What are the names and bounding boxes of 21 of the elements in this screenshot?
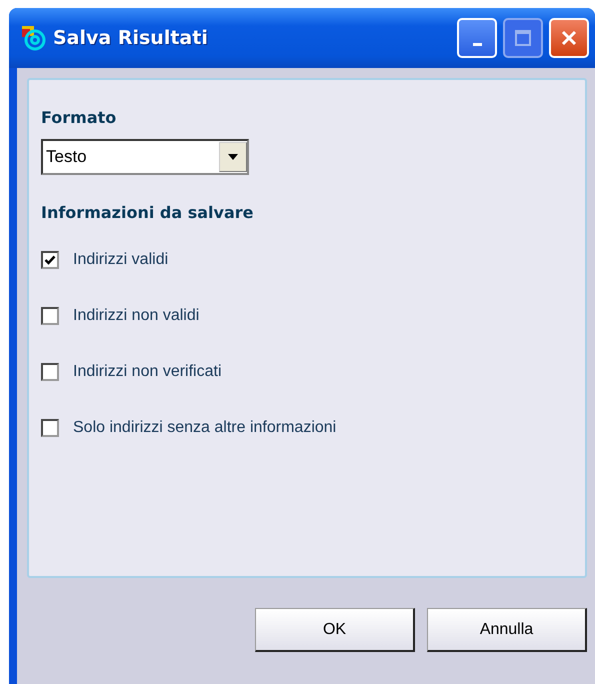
checkbox[interactable]	[41, 307, 59, 325]
close-icon	[560, 29, 578, 47]
ok-button[interactable]: OK	[255, 608, 415, 652]
checkbox-label: Indirizzi non validi	[73, 307, 200, 325]
checkbox[interactable]	[41, 251, 59, 269]
close-button[interactable]	[549, 18, 589, 58]
format-dropdown[interactable]: Testo	[41, 139, 249, 175]
minimize-icon	[472, 42, 482, 46]
dropdown-arrow-icon	[228, 154, 238, 160]
maximize-icon	[514, 29, 532, 47]
cancel-button[interactable]: Annulla	[427, 608, 587, 652]
checkbox-label: Solo indirizzi senza altre informazioni	[73, 419, 336, 437]
checkbox[interactable]	[41, 419, 59, 437]
window-title: Salva Risultati	[53, 27, 209, 49]
section-label: Informazioni da salvare	[41, 203, 254, 222]
format-label: Formato	[41, 108, 118, 127]
checkbox-label: Indirizzi validi	[73, 251, 168, 269]
minimize-button[interactable]	[457, 18, 497, 58]
checkbox[interactable]	[41, 363, 59, 381]
checkbox-label: Indirizzi non verificati	[73, 363, 222, 381]
checkmark-icon	[44, 254, 56, 266]
